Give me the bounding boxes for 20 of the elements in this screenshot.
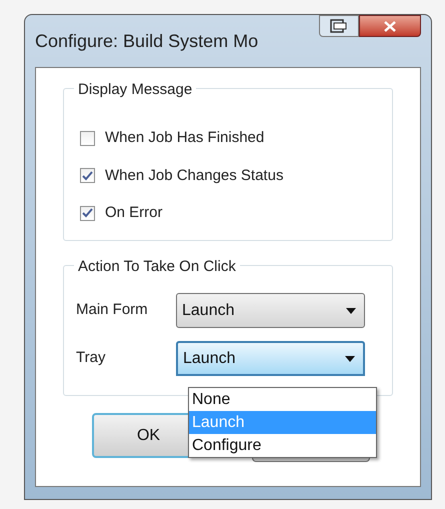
checkmark-icon [82,170,93,181]
caret-icon [345,356,355,362]
field-label: Main Form [76,300,149,320]
dropdown-field[interactable]: Launch [176,341,365,376]
checkbox[interactable] [80,206,95,221]
checkbox-label: When Job Changes Status [105,166,284,186]
field-label: Tray [76,348,106,368]
checkbox[interactable] [80,130,95,146]
close-button[interactable] [359,15,421,37]
checkmark-icon [82,208,93,218]
checkbox[interactable] [80,168,95,184]
caret-icon [346,308,356,314]
checkbox-label: When Job Has Finished [105,128,264,148]
close-icon [384,20,396,32]
restore-button[interactable] [319,15,359,37]
window-title: Configure: Build System Mo [35,30,258,53]
dropdown-field[interactable]: Launch [176,293,365,328]
dropdown-option[interactable]: None [189,388,376,411]
checkbox-label: On Error [105,203,163,223]
window-icon [330,19,348,33]
